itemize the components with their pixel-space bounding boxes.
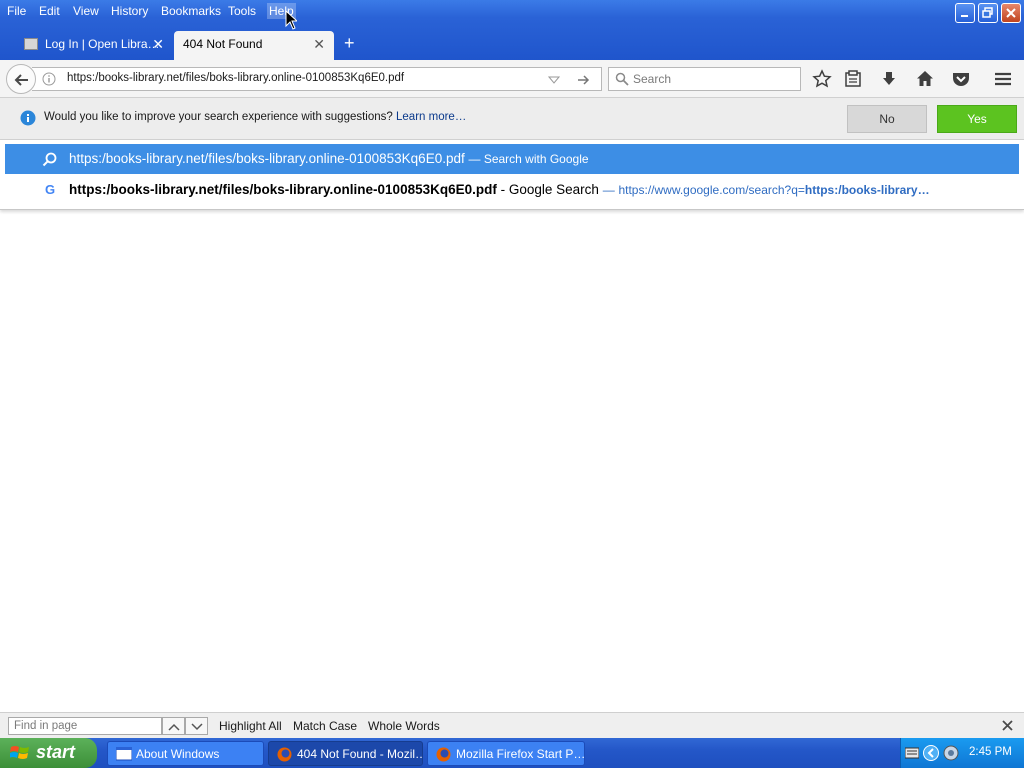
url-autocomplete-popup: https:/books-library.net/files/boks-libr… [0,140,1024,210]
firefox-icon [436,747,451,762]
menu-history[interactable]: History [111,3,148,19]
learn-more-link[interactable]: Learn more… [396,111,466,123]
taskbar-item-firefox-start[interactable]: Mozilla Firefox Start P… [427,741,585,766]
url-bar[interactable]: https:/books-library.net/files/boks-libr… [32,67,602,91]
taskbar-item-label: 404 Not Found - Mozil… [297,747,423,761]
minimize-button[interactable] [955,3,975,23]
close-tab-icon[interactable]: ✕ [313,31,325,58]
page-favicon-icon [24,38,38,50]
windows-logo-icon [10,746,29,759]
start-label: start [36,742,76,762]
hamburger-menu-icon[interactable] [993,69,1013,89]
info-icon[interactable] [42,72,56,86]
url-text: https:/books-library.net/files/boks-libr… [67,72,405,84]
window-icon [116,747,132,761]
autocomplete-row-text: https:/books-library.net/files/boks-libr… [69,151,589,166]
close-window-button[interactable] [1001,3,1021,23]
taskbar-item-label: Mozilla Firefox Start P… [456,747,585,761]
menu-edit[interactable]: Edit [39,3,60,19]
back-arrow-icon [14,74,28,86]
menu-tools[interactable]: Tools [228,3,256,19]
downloads-icon[interactable] [879,69,899,89]
pocket-icon[interactable] [951,69,971,89]
tab-label: Log In | Open Libra… [45,37,160,51]
find-placeholder: Find in page [14,720,78,732]
autocomplete-title: https:/books-library.net/files/boks-libr… [69,182,497,197]
firefox-icon [277,747,292,762]
menu-bar: File Edit View History Bookmarks Tools H… [0,0,1024,30]
bookmarks-menu-icon[interactable] [843,69,863,89]
find-next-button[interactable] [185,717,208,735]
autocomplete-search-row[interactable]: https:/books-library.net/files/boks-libr… [5,144,1019,174]
search-icon [42,152,57,167]
tab-404-not-found[interactable]: 404 Not Found ✕ [174,31,334,60]
show-hidden-icons-chevron-icon[interactable] [923,745,939,761]
system-tray: 2:45 PM [900,738,1024,768]
autocomplete-url-query: https:/books-library… [804,183,930,197]
find-bar: Find in page Highlight All Match Case Wh… [0,712,1024,738]
tab-label: 404 Not Found [183,37,263,51]
notification-message: Would you like to improve your search ex… [44,111,393,123]
network-icon[interactable] [943,745,959,761]
autocomplete-query: https:/books-library.net/files/boks-libr… [69,151,465,166]
notification-text: Would you like to improve your search ex… [44,111,466,123]
autocomplete-action: — Search with Google [468,152,589,166]
taskbar-item-firefox-404[interactable]: 404 Not Found - Mozil… [268,741,423,766]
clock: 2:45 PM [969,746,1012,758]
match-case-toggle[interactable]: Match Case [293,719,357,733]
no-button[interactable]: No [847,105,927,133]
autocomplete-dash: — [602,183,615,197]
search-icon [615,72,629,86]
chevron-up-icon [168,723,180,731]
autocomplete-url: https://www.google.com/search?q=https:/b… [618,183,929,197]
taskbar: start About Windows 404 Not Found - Mozi… [0,738,1024,768]
menu-file[interactable]: File [7,3,26,19]
find-previous-button[interactable] [162,717,185,735]
close-tab-icon[interactable]: ✕ [152,32,164,57]
search-bar[interactable]: Search [608,67,801,91]
tab-open-library[interactable]: Log In | Open Libra… ✕ [16,32,172,57]
whole-words-toggle[interactable]: Whole Words [368,719,440,733]
menu-bookmarks[interactable]: Bookmarks [161,3,221,19]
google-icon: G [45,182,56,197]
go-arrow-icon[interactable] [576,73,590,87]
window-chrome: File Edit View History Bookmarks Tools H… [0,0,1024,60]
find-in-page-input[interactable]: Find in page [8,717,162,735]
back-button[interactable] [6,64,36,94]
search-placeholder: Search [633,72,672,86]
nav-toolbar: https:/books-library.net/files/boks-libr… [0,60,1024,98]
search-suggestions-notification: Would you like to improve your search ex… [0,98,1024,140]
chevron-down-icon [191,723,203,731]
autocomplete-title-suffix: - Google Search [500,182,599,197]
close-find-bar-icon[interactable] [1002,720,1013,731]
info-circle-icon [20,110,36,126]
highlight-all-toggle[interactable]: Highlight All [219,719,282,733]
start-button[interactable]: start [0,738,97,768]
yes-button[interactable]: Yes [937,105,1017,133]
menu-view[interactable]: View [73,3,99,19]
bookmark-star-icon[interactable] [812,69,832,89]
autocomplete-url-prefix: https://www.google.com/search?q= [618,183,805,197]
taskbar-item-about-windows[interactable]: About Windows [107,741,264,766]
restore-button[interactable] [978,3,998,23]
autocomplete-row-text: https:/books-library.net/files/boks-libr… [69,182,930,197]
dropdown-arrow-icon[interactable] [548,75,560,85]
taskbar-item-label: About Windows [136,747,220,761]
mouse-cursor-icon [285,10,297,30]
new-tab-button[interactable]: + [344,34,355,52]
autocomplete-google-row[interactable]: G https:/books-library.net/files/boks-li… [5,175,1019,205]
home-icon[interactable] [915,69,935,89]
keyboard-icon[interactable] [905,747,919,759]
